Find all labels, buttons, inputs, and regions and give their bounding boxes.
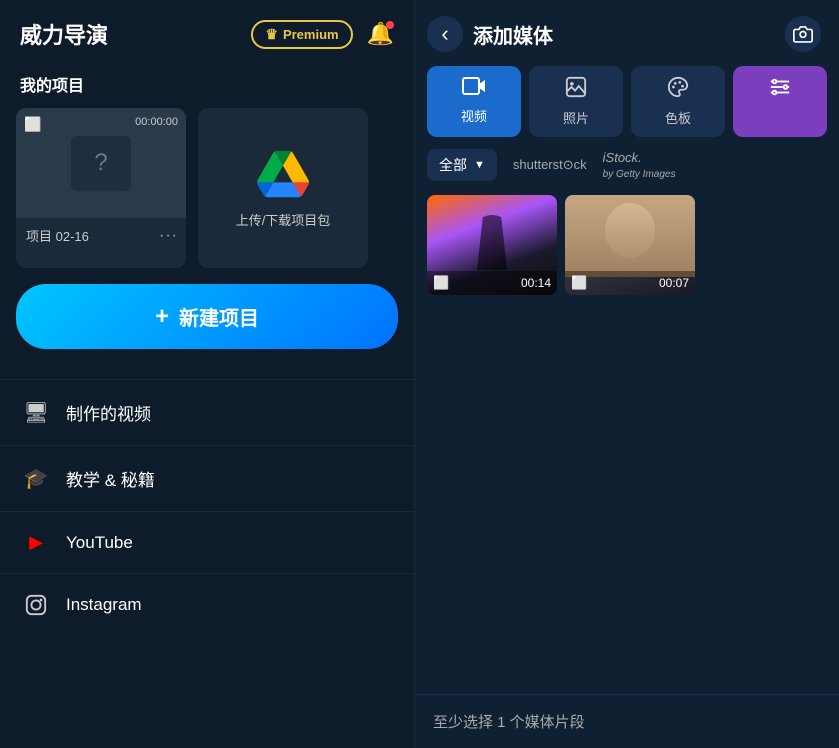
media-thumb-2[interactable]: ⬜ 00:07	[565, 195, 695, 295]
menu-label-instagram: Instagram	[66, 595, 142, 615]
left-panel: 威力导演 ♛ Premium 🔔 我的项目 ⬜ 00:00:00 ? 项目 02…	[0, 0, 415, 748]
palette-tab-label: 色板	[665, 108, 691, 127]
upload-label: 上传/下载项目包	[236, 210, 331, 229]
thumb-duration-1: 00:14	[521, 276, 551, 290]
project-footer: 项目 02-16 ···	[16, 218, 186, 251]
right-header: ‹ 添加媒体	[415, 0, 839, 66]
chevron-down-icon: ▼	[474, 159, 485, 171]
status-text: 至少选择 1 个媒体片段	[433, 714, 585, 731]
app-title: 威力导演	[20, 18, 108, 50]
tab-palette[interactable]: 色板	[631, 66, 725, 137]
bottom-status: 至少选择 1 个媒体片段	[415, 694, 839, 748]
video-tab-label: 视频	[461, 106, 487, 125]
shutterstock-label: shutterst⊙ck	[513, 157, 587, 173]
gdrive-icon	[257, 148, 309, 200]
youtube-icon: ▶	[24, 532, 48, 553]
menu-label-youtube: YouTube	[66, 533, 133, 553]
right-header-left: ‹ 添加媒体	[427, 16, 553, 52]
filter-tab-icon	[769, 76, 791, 104]
thumb-film-icon-2: ⬜	[571, 275, 587, 291]
right-title: 添加媒体	[473, 20, 553, 49]
filter-all-button[interactable]: 全部 ▼	[427, 149, 497, 181]
new-project-button[interactable]: + 新建项目	[16, 284, 398, 349]
plus-icon: +	[155, 303, 169, 331]
face-shape	[605, 203, 655, 258]
premium-label: Premium	[283, 27, 339, 42]
question-mark: ?	[71, 136, 131, 191]
camera-button[interactable]	[785, 16, 821, 52]
monitor-icon: 🖥	[24, 400, 48, 425]
tab-photo[interactable]: 照片	[529, 66, 623, 137]
project-card-1[interactable]: ⬜ 00:00:00 ? 项目 02-16 ···	[16, 108, 186, 268]
video-tab-icon	[462, 76, 486, 102]
thumb-film-icon-1: ⬜	[433, 275, 449, 291]
notification-dot	[386, 21, 394, 29]
tab-video[interactable]: 视频	[427, 66, 521, 137]
upload-card[interactable]: 上传/下载项目包	[198, 108, 368, 268]
filter-row: 全部 ▼ shutterst⊙ck iStock.by Getty Images	[415, 149, 839, 195]
premium-badge[interactable]: ♛ Premium	[251, 20, 352, 49]
bell-button[interactable]: 🔔	[367, 21, 394, 47]
right-panel: ‹ 添加媒体 视频	[415, 0, 839, 748]
photo-tab-label: 照片	[563, 108, 589, 127]
silhouette	[477, 215, 507, 270]
my-projects-title: 我的项目	[0, 64, 414, 108]
back-button[interactable]: ‹	[427, 16, 463, 52]
media-grid: ⬜ 00:14 ⬜ 00:07	[415, 195, 839, 295]
media-thumb-1[interactable]: ⬜ 00:14	[427, 195, 557, 295]
left-header: 威力导演 ♛ Premium 🔔	[0, 0, 414, 64]
film-icon: ⬜	[24, 116, 41, 133]
tab-filter[interactable]	[733, 66, 827, 137]
project-name: 项目 02-16	[26, 226, 89, 245]
menu-item-tutorial[interactable]: 🎓 教学 & 秘籍	[0, 445, 414, 511]
face-bg	[565, 195, 695, 277]
thumb-overlay-1: ⬜ 00:14	[427, 271, 557, 295]
crown-icon: ♛	[265, 26, 278, 43]
media-tabs: 视频 照片 色板	[415, 66, 839, 149]
camera-icon	[793, 25, 813, 43]
palette-tab-icon	[667, 76, 689, 104]
filter-all-label: 全部	[439, 155, 467, 175]
thumb-overlay-2: ⬜ 00:07	[565, 271, 695, 295]
menu-item-instagram[interactable]: Instagram	[0, 573, 414, 636]
graduation-icon: 🎓	[24, 466, 48, 491]
project-duration: 00:00:00	[135, 116, 178, 128]
projects-grid: ⬜ 00:00:00 ? 项目 02-16 ··· 上传/下载项目包	[0, 108, 414, 284]
photo-tab-icon	[565, 76, 587, 104]
menu-item-produced[interactable]: 🖥 制作的视频	[0, 379, 414, 445]
thumb-duration-2: 00:07	[659, 276, 689, 290]
menu-item-youtube[interactable]: ▶ YouTube	[0, 511, 414, 573]
new-project-label: 新建项目	[179, 302, 259, 331]
more-options-button[interactable]: ···	[159, 227, 178, 245]
left-menu: 🖥 制作的视频 🎓 教学 & 秘籍 ▶ YouTube Instagram	[0, 379, 414, 636]
menu-label-tutorial: 教学 & 秘籍	[66, 466, 155, 491]
istock-label: iStock.by Getty Images	[603, 150, 676, 180]
menu-label-produced: 制作的视频	[66, 400, 151, 425]
instagram-icon	[24, 594, 48, 616]
header-right: ♛ Premium 🔔	[251, 20, 394, 49]
